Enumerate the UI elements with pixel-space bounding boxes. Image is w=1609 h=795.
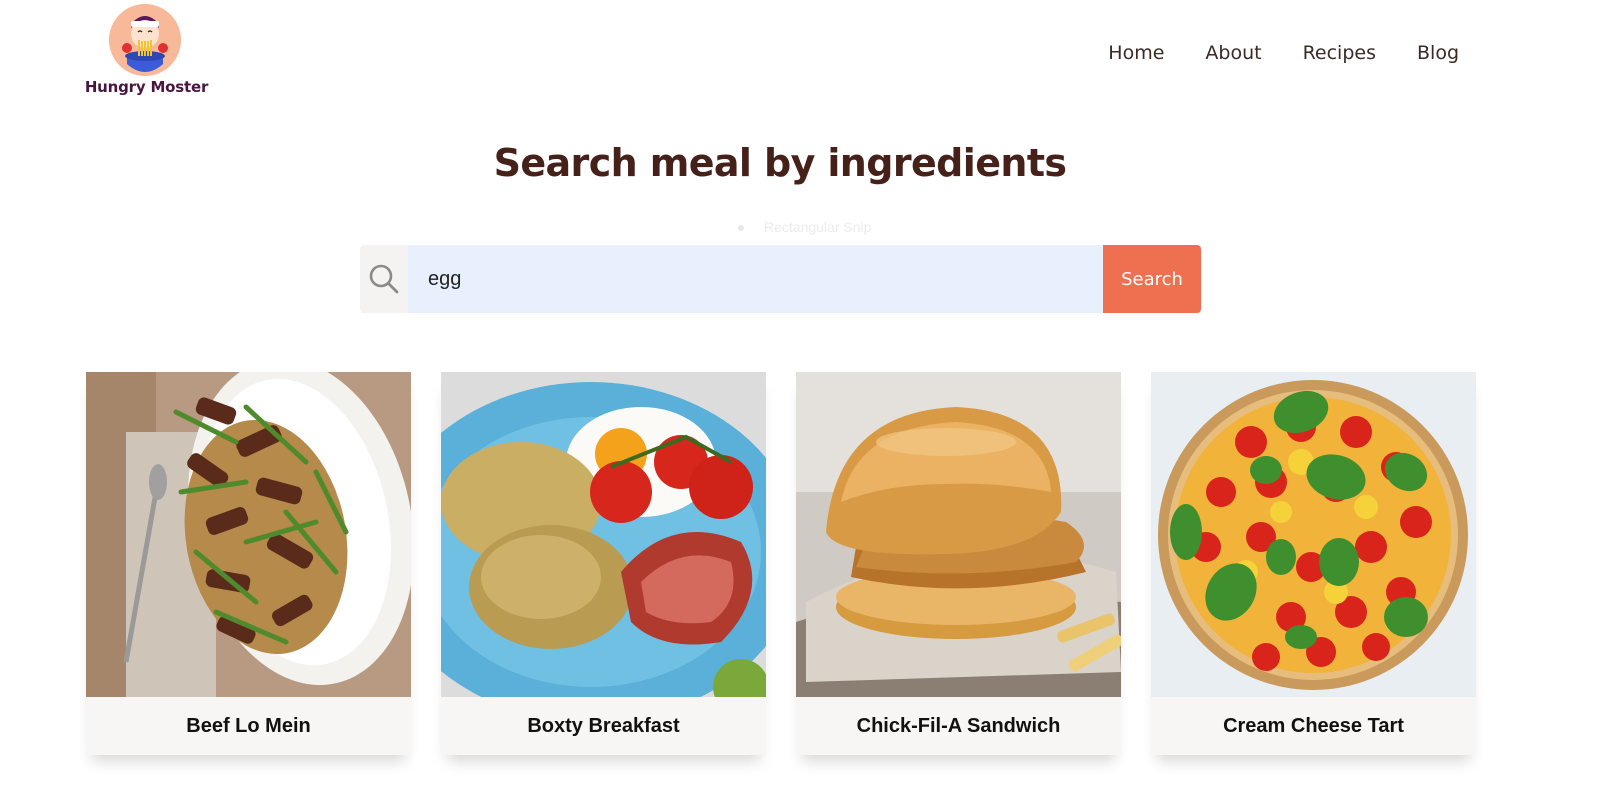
meal-card[interactable]: Boxty Breakfast [441, 372, 766, 755]
meal-name: Boxty Breakfast [441, 697, 766, 755]
nav-recipes[interactable]: Recipes [1303, 42, 1376, 64]
meal-name: Beef Lo Mein [86, 697, 411, 755]
brand-logo[interactable]: Hungry Moster [84, 4, 209, 100]
nav-home[interactable]: Home [1108, 42, 1164, 64]
meal-card[interactable]: Cream Cheese Tart [1151, 372, 1476, 755]
main-nav: Home About Recipes Blog [1067, 42, 1459, 64]
nav-about[interactable]: About [1205, 42, 1261, 64]
meal-image-beef-lo-mein [86, 372, 411, 697]
meal-image-boxty-breakfast [441, 372, 766, 697]
search-button[interactable]: Search [1103, 245, 1201, 313]
ghost-dot [738, 225, 744, 232]
site-header: Hungry Moster Home About Recipes Blog [0, 0, 1609, 110]
search-icon [369, 264, 399, 294]
meal-results: Beef Lo Mein Boxty Breakfast Chick-Fil-A… [86, 372, 1476, 755]
meal-name: Chick-Fil-A Sandwich [796, 697, 1121, 755]
brand-name: Hungry Moster [84, 78, 209, 96]
search-icon-box [360, 245, 408, 313]
meal-card[interactable]: Chick-Fil-A Sandwich [796, 372, 1121, 755]
meal-image-chick-fil-a-sandwich [796, 372, 1121, 697]
meal-image-cream-cheese-tart [1151, 372, 1476, 697]
search-input[interactable] [408, 245, 1103, 313]
meal-name: Cream Cheese Tart [1151, 697, 1476, 755]
meal-card[interactable]: Beef Lo Mein [86, 372, 411, 755]
page-title: Search meal by ingredients [493, 141, 1067, 185]
ghost-overlay-text: Rectangular Snip [738, 219, 871, 235]
logo-mascot-icon [109, 4, 181, 76]
nav-blog[interactable]: Blog [1417, 42, 1459, 64]
ghost-label: Rectangular Snip [764, 219, 872, 235]
search-bar: Search [360, 245, 1201, 313]
